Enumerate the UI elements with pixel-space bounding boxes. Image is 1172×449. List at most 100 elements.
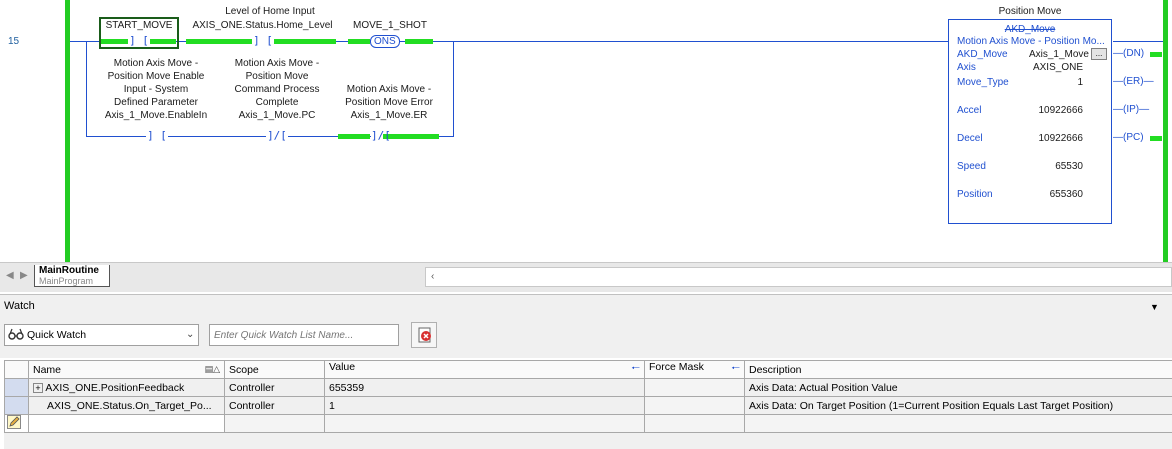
left-power-rail: [65, 0, 70, 262]
routine-tab-strip: ◀ ▶ MainRoutine MainProgram ‹: [0, 262, 1172, 292]
watch-list-name-input[interactable]: [209, 324, 399, 346]
energized-segment: [383, 134, 439, 139]
cell-force-mask: [644, 414, 745, 433]
column-header-description[interactable]: Description: [744, 360, 1172, 379]
clear-watch-button[interactable]: [411, 322, 437, 348]
pencil-icon: [7, 415, 21, 432]
column-header-value[interactable]: Value 🠐: [324, 360, 645, 379]
contact-description: Level of Home Input: [225, 6, 315, 17]
cell-name[interactable]: + AXIS_ONE.PositionFeedback: [28, 378, 225, 397]
ladder-editor[interactable]: 15 START_MOVE ] [ Level of Home Input AX…: [0, 0, 1172, 262]
instruction-title: Position Move: [998, 6, 1062, 17]
column-arrow-icon[interactable]: 🠐: [731, 362, 740, 378]
row-selector[interactable]: [4, 396, 29, 415]
table-row[interactable]: + AXIS_ONE.PositionFeedback Controller 6…: [4, 378, 1172, 397]
browse-button[interactable]: ...: [1091, 48, 1107, 60]
param-value[interactable]: 10922666: [1039, 105, 1084, 116]
param-value[interactable]: 1: [1077, 77, 1083, 88]
output-er[interactable]: —(ER)—: [1113, 76, 1154, 87]
column-header-force-mask[interactable]: Force Mask 🠐: [644, 360, 745, 379]
desc-line: Command Process: [234, 84, 320, 95]
cell-value[interactable]: 1: [324, 396, 645, 415]
tag-name: AXIS_ONE.PositionFeedback: [45, 381, 185, 394]
mam-instruction-block[interactable]: AKD_Move Motion Axis Move - Position Mo.…: [948, 19, 1112, 224]
energized-segment: [348, 39, 370, 44]
column-header-scope[interactable]: Scope: [224, 360, 325, 379]
tab-scroll-right-icon[interactable]: ▶: [20, 270, 28, 281]
param-value[interactable]: 10922666: [1039, 133, 1084, 144]
watch-pane-header: Watch ▼: [0, 294, 1172, 318]
row-selector[interactable]: [4, 414, 29, 433]
watch-table: Name ▤△ Scope Value 🠐 Force Mask 🠐 Descr…: [4, 360, 1172, 433]
scroll-left-icon[interactable]: ‹: [431, 271, 434, 282]
xic-contact[interactable]: ] [: [128, 35, 150, 47]
cell-scope[interactable]: Controller: [224, 378, 325, 397]
xio-contact[interactable]: ]/[: [266, 130, 288, 142]
output-ip[interactable]: —(IP)—: [1113, 104, 1149, 115]
watch-glasses-icon: [8, 327, 24, 341]
param-label: Accel: [957, 105, 982, 116]
new-entry-row[interactable]: [4, 414, 1172, 433]
contact-tag[interactable]: Axis_1_Move.EnableIn: [96, 109, 216, 122]
table-row[interactable]: AXIS_ONE.Status.On_Target_Po... Controll…: [4, 396, 1172, 415]
pane-menu-icon[interactable]: ▼: [1150, 302, 1159, 312]
cell-name[interactable]: [28, 414, 225, 433]
desc-line: Motion Axis Move -: [346, 84, 432, 95]
table-header-row: Name ▤△ Scope Value 🠐 Force Mask 🠐 Descr…: [4, 360, 1172, 379]
contact-er-desc: Motion Axis Move - Position Move Error A…: [334, 83, 444, 122]
xio-contact[interactable]: ]/[: [371, 130, 391, 142]
cell-description[interactable]: Axis Data: On Target Position (1=Current…: [744, 396, 1172, 415]
cell-scope[interactable]: Controller: [224, 396, 325, 415]
energized-segment: [1150, 52, 1162, 57]
tab-main-routine[interactable]: MainRoutine MainProgram: [34, 265, 110, 287]
contact-tag[interactable]: Axis_1_Move.ER: [334, 109, 444, 122]
cell-name[interactable]: AXIS_ONE.Status.On_Target_Po...: [28, 396, 225, 415]
horizontal-scrollbar[interactable]: ‹: [425, 267, 1172, 287]
desc-line: Defined Parameter: [114, 97, 198, 108]
param-label: Move_Type: [957, 77, 1009, 88]
desc-line: Input - System: [123, 84, 189, 95]
row-selector[interactable]: [4, 378, 29, 397]
cell-force-mask[interactable]: [644, 396, 745, 415]
param-value[interactable]: Axis_1_Move: [1029, 49, 1089, 60]
dropdown-selected-value: Quick Watch: [27, 329, 87, 341]
tab-scroll-left-icon[interactable]: ◀: [6, 270, 14, 281]
contact-pc-desc: Motion Axis Move - Position Move Command…: [222, 57, 332, 122]
param-label: Axis: [957, 62, 976, 73]
watch-grid[interactable]: Name ▤△ Scope Value 🠐 Force Mask 🠐 Descr…: [4, 360, 1172, 449]
desc-line: Motion Axis Move -: [234, 58, 320, 69]
param-value[interactable]: AXIS_ONE: [1033, 62, 1083, 73]
param-label: Decel: [957, 133, 983, 144]
tag-name: AXIS_ONE.Status.On_Target_Po...: [47, 399, 212, 412]
param-value[interactable]: 65530: [1055, 161, 1083, 172]
output-pc[interactable]: —(PC): [1113, 132, 1144, 143]
output-dn[interactable]: —(DN): [1113, 48, 1144, 59]
output-ip-label: IP: [1126, 104, 1136, 115]
param-value[interactable]: 655360: [1050, 189, 1083, 200]
contact-tag[interactable]: AXIS_ONE.Status.Home_Level: [185, 19, 340, 32]
expand-icon[interactable]: +: [33, 382, 43, 393]
sort-icon[interactable]: ▤△: [205, 364, 220, 375]
energized-segment: [405, 39, 433, 44]
energized-segment: [186, 39, 258, 44]
cell-description[interactable]: Axis Data: Actual Position Value: [744, 378, 1172, 397]
param-label: AKD_Move: [957, 49, 1008, 60]
quick-watch-dropdown[interactable]: Quick Watch ⌄: [4, 324, 199, 346]
cell-force-mask[interactable]: [644, 378, 745, 397]
clear-list-icon: [417, 327, 433, 346]
contact-tag[interactable]: START_MOVE: [99, 19, 179, 32]
contact-tag[interactable]: Axis_1_Move.PC: [222, 109, 332, 122]
rung-number[interactable]: 15: [8, 36, 19, 47]
desc-line: Position Move Enable: [107, 71, 205, 82]
column-arrow-icon[interactable]: 🠐: [631, 362, 640, 378]
xic-contact[interactable]: ] [: [252, 35, 274, 47]
param-label: Position: [957, 189, 993, 200]
tab-program-name: MainProgram: [39, 276, 94, 286]
cell-value[interactable]: 655359: [324, 378, 645, 397]
row-header-corner: [4, 360, 29, 379]
xic-contact[interactable]: ] [: [146, 130, 168, 142]
ons-instruction[interactable]: ONS: [370, 35, 400, 48]
ons-tag[interactable]: MOVE_1_SHOT: [345, 19, 435, 32]
output-pc-label: PC: [1126, 132, 1141, 143]
column-header-name[interactable]: Name ▤△: [28, 360, 225, 379]
